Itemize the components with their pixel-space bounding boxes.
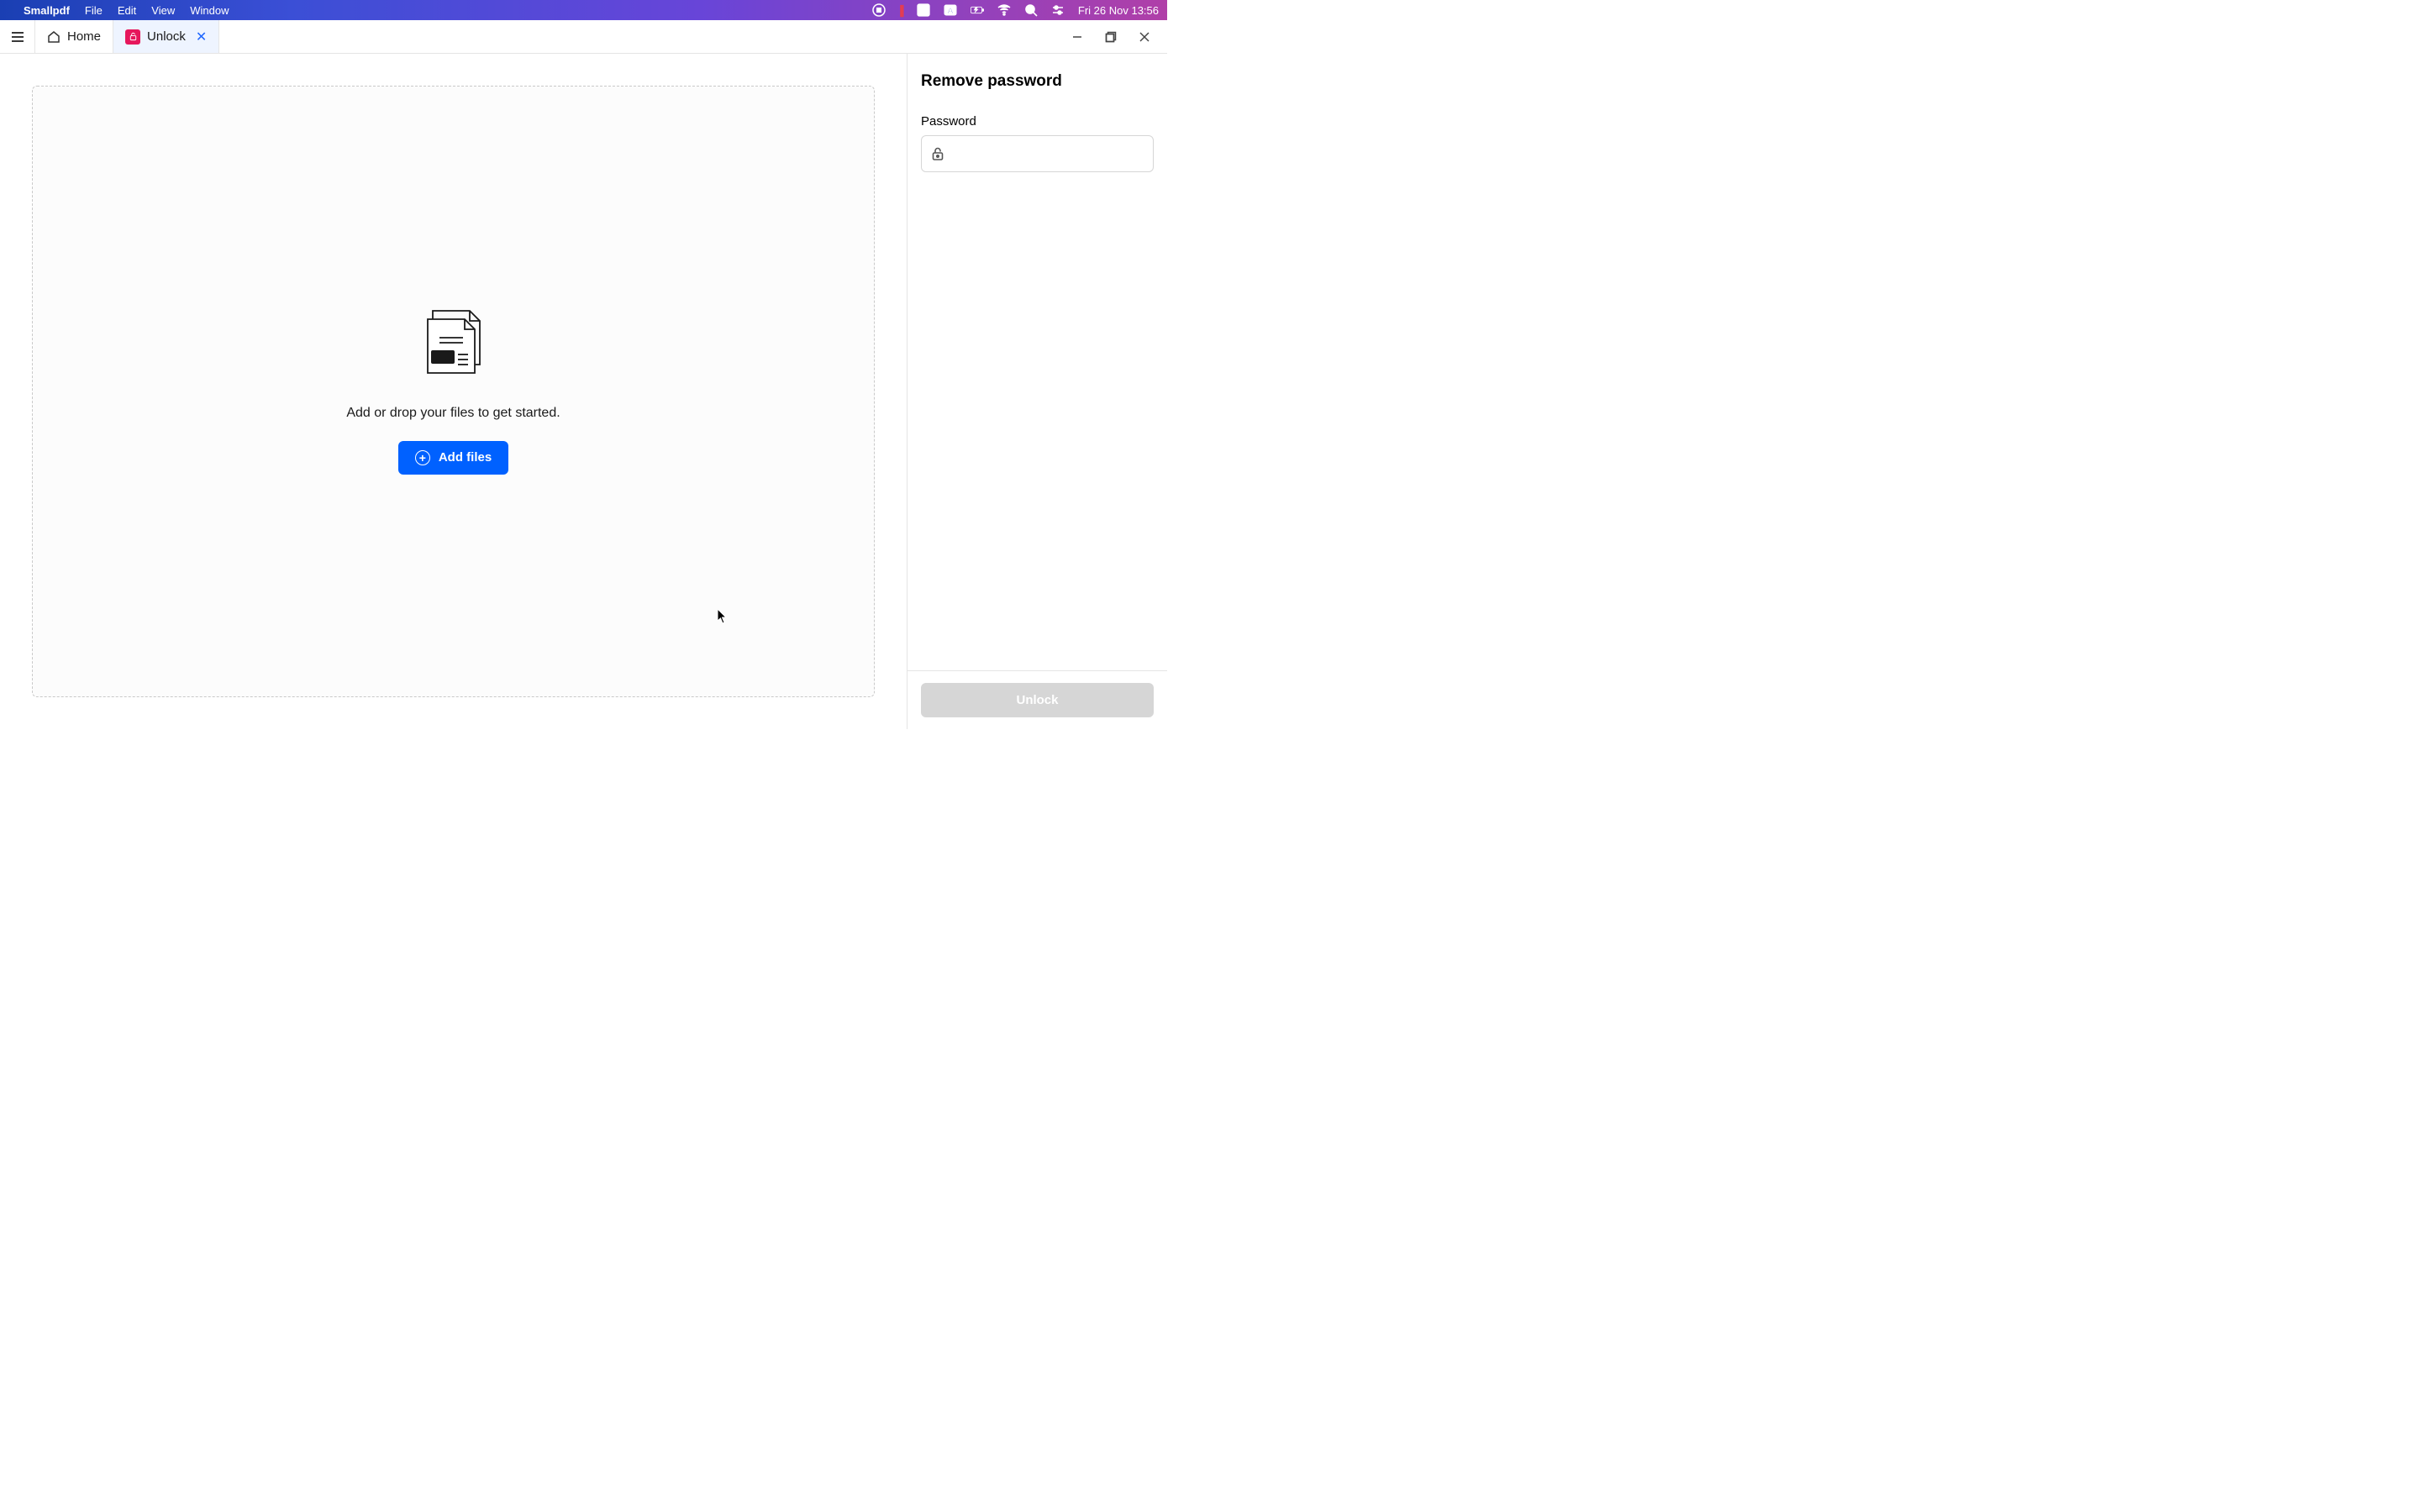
- window-close-button[interactable]: [1139, 31, 1150, 43]
- svg-text:PDF: PDF: [434, 353, 452, 363]
- status-indicator-icon[interactable]: ∥: [899, 3, 903, 18]
- grid-icon[interactable]: [917, 3, 930, 17]
- menubar-app-name[interactable]: Smallpdf: [24, 4, 70, 17]
- keyboard-input-icon[interactable]: A: [944, 3, 957, 17]
- tab-home[interactable]: Home: [35, 20, 113, 53]
- dropzone-message: Add or drop your files to get started.: [346, 406, 560, 421]
- menubar-window[interactable]: Window: [190, 4, 229, 17]
- tab-unlock-label: Unlock: [147, 29, 186, 44]
- battery-icon[interactable]: [971, 3, 984, 17]
- search-icon[interactable]: [1024, 3, 1038, 17]
- password-input[interactable]: [952, 147, 1144, 161]
- menubar-file[interactable]: File: [85, 4, 103, 17]
- app-toolbar: Home Unlock ✕: [0, 20, 1167, 54]
- unlock-tab-icon: [125, 29, 140, 45]
- pdf-document-icon: PDF: [421, 309, 487, 386]
- menubar-edit[interactable]: Edit: [118, 4, 136, 17]
- window-minimize-button[interactable]: [1071, 31, 1083, 43]
- file-dropzone[interactable]: PDF Add or drop your files to get starte…: [32, 86, 875, 697]
- svg-text:A: A: [947, 7, 953, 16]
- hamburger-menu[interactable]: [0, 20, 35, 53]
- record-icon[interactable]: [872, 3, 886, 17]
- macos-menubar: Smallpdf File Edit View Window ∥ A Fri 2…: [0, 0, 1167, 20]
- menubar-view[interactable]: View: [151, 4, 175, 17]
- wifi-icon[interactable]: [997, 3, 1011, 17]
- tab-unlock[interactable]: Unlock ✕: [113, 20, 219, 53]
- add-files-button[interactable]: + Add files: [398, 441, 508, 475]
- plus-circle-icon: +: [415, 450, 430, 465]
- password-field-label: Password: [921, 114, 1154, 129]
- window-maximize-button[interactable]: [1105, 31, 1117, 43]
- tab-close-icon[interactable]: ✕: [196, 29, 207, 45]
- unlock-button[interactable]: Unlock: [921, 683, 1154, 717]
- menubar-datetime[interactable]: Fri 26 Nov 13:56: [1078, 4, 1159, 17]
- right-panel: Remove password Password Unlock: [907, 54, 1167, 729]
- add-files-label: Add files: [439, 450, 492, 465]
- control-center-icon[interactable]: [1051, 3, 1065, 17]
- tab-home-label: Home: [67, 29, 101, 44]
- home-icon: [47, 30, 60, 44]
- password-input-wrap[interactable]: [921, 135, 1154, 172]
- panel-title: Remove password: [921, 72, 1154, 91]
- lock-icon: [930, 146, 945, 161]
